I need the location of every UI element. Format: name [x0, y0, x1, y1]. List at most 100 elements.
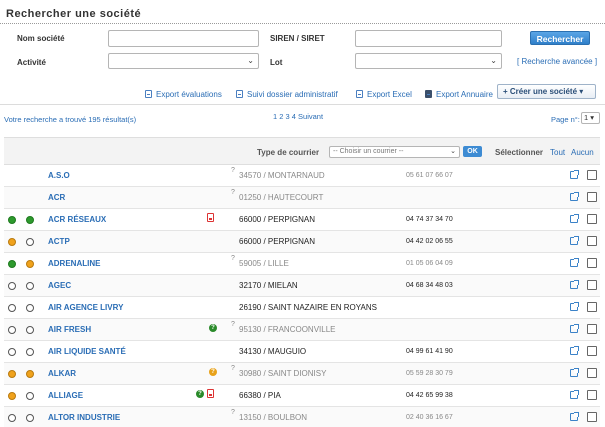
status-dot-2 [26, 304, 34, 312]
company-name-link[interactable]: ACR [48, 193, 65, 202]
lot-label: Lot [270, 58, 283, 67]
question-mark-icon: ? [231, 365, 235, 372]
external-link-icon[interactable] [570, 412, 579, 421]
external-link-icon[interactable] [570, 280, 579, 289]
company-name-input[interactable] [108, 30, 259, 47]
lot-select[interactable]: ⌄ [355, 53, 502, 69]
row-checkbox[interactable] [587, 368, 597, 378]
row-checkbox[interactable] [587, 192, 597, 202]
company-name-link[interactable]: ADRENALINE [48, 259, 100, 268]
export-annuaire-link[interactable]: Export Annuaire [425, 90, 493, 99]
suivi-dossier-link[interactable]: Suivi dossier administratif [236, 90, 338, 99]
advanced-search-link[interactable]: [ Recherche avancée ] [517, 57, 597, 66]
siren-input[interactable] [355, 30, 502, 47]
help-status-icon[interactable]: ? [196, 390, 204, 398]
row-checkbox[interactable] [587, 412, 597, 422]
search-panel-header: Rechercher une société [0, 0, 605, 24]
pagination-links[interactable]: 1 2 3 4 Suivant [273, 112, 323, 121]
company-phone: 04 99 61 41 90 [406, 348, 453, 355]
table-row: ADRENALINE? 59005 / LILLE 01 05 06 04 09 [4, 253, 600, 275]
external-link-icon[interactable] [570, 368, 579, 377]
document-icon [145, 90, 152, 98]
table-row: ALTOR INDUSTRIE? 13150 / BOULBON 02 40 36 … [4, 407, 600, 427]
row-checkbox[interactable] [587, 324, 597, 334]
table-row: ACR? 01250 / HAUTECOURT [4, 187, 600, 209]
row-checkbox[interactable] [587, 258, 597, 268]
table-row: A.S.O? 34570 / MONTARNAUD 05 61 07 66 07 [4, 165, 600, 187]
help-status-icon[interactable]: ? [209, 324, 217, 332]
row-checkbox[interactable] [587, 236, 597, 246]
export-excel-link[interactable]: Export Excel [356, 90, 412, 99]
company-phone: 02 40 36 16 67 [406, 414, 453, 421]
status-dot-1 [8, 392, 16, 400]
row-checkbox[interactable] [587, 280, 597, 290]
table-row: ALLIAGE? 66380 / PIA 04 42 65 99 38 [4, 385, 600, 407]
company-name-link[interactable]: AGEC [48, 281, 71, 290]
export-evaluations-link[interactable]: Export évaluations [145, 90, 222, 99]
company-city: 26190 / SAINT NAZAIRE EN ROYANS [239, 303, 377, 312]
external-link-icon[interactable] [570, 324, 579, 333]
row-checkbox[interactable] [587, 170, 597, 180]
company-name-link[interactable]: AIR FRESH [48, 325, 91, 334]
search-button[interactable]: Rechercher [530, 31, 590, 45]
table-row: AGEC 32170 / MIELAN 04 68 34 48 03 [4, 275, 600, 297]
company-name-link[interactable]: A.S.O [48, 171, 70, 180]
row-checkbox[interactable] [587, 214, 597, 224]
activity-select[interactable]: ⌄ [108, 53, 259, 69]
company-city: 95130 / FRANCOONVILLE [239, 325, 336, 334]
company-name-link[interactable]: AIR LIQUIDE SANTÉ [48, 347, 126, 356]
external-link-icon[interactable] [570, 214, 579, 223]
external-link-icon[interactable] [570, 236, 579, 245]
company-city: 32170 / MIELAN [239, 281, 298, 290]
external-link-icon[interactable] [570, 346, 579, 355]
external-link-icon[interactable] [570, 390, 579, 399]
table-row: ALKAR?? 30980 / SAINT DIONISY 05 59 28 30 … [4, 363, 600, 385]
company-name-link[interactable]: AIR AGENCE LIVRY [48, 303, 123, 312]
select-all-link[interactable]: Tout [550, 148, 565, 157]
pdf-icon[interactable] [207, 389, 214, 398]
company-city: 66380 / PIA [239, 391, 281, 400]
page-number-select[interactable]: 1 ▾ [581, 112, 600, 124]
company-name-label: Nom société [17, 34, 65, 43]
status-dot-1 [8, 260, 16, 268]
external-link-icon[interactable] [570, 192, 579, 201]
pdf-icon[interactable] [207, 213, 214, 222]
table-header: Type de courrier -- Choisir un courrier … [4, 137, 600, 165]
row-checkbox[interactable] [587, 302, 597, 312]
table-row: ACTP 66000 / PERPIGNAN 04 42 02 06 55 [4, 231, 600, 253]
chevron-down-icon: ⌄ [450, 148, 456, 155]
company-name-link[interactable]: ALLIAGE [48, 391, 83, 400]
help-status-icon[interactable]: ? [209, 368, 217, 376]
document-icon [236, 90, 243, 98]
courrier-select[interactable]: -- Choisir un courrier -- ⌄ [329, 146, 460, 158]
company-city: 13150 / BOULBON [239, 413, 308, 422]
company-phone: 01 05 06 04 09 [406, 260, 453, 267]
status-dot-1 [8, 414, 16, 422]
company-city: 59005 / LILLE [239, 259, 289, 268]
status-dot-2 [26, 348, 34, 356]
chevron-down-icon: ⌄ [490, 56, 497, 65]
external-link-icon[interactable] [570, 258, 579, 267]
table-row: AIR FRESH?? 95130 / FRANCOONVILLE [4, 319, 600, 341]
company-name-link[interactable]: ACR RÉSEAUX [48, 215, 106, 224]
company-name-link[interactable]: ACTP [48, 237, 70, 246]
courrier-ok-button[interactable]: OK [463, 146, 482, 157]
company-city: 66000 / PERPIGNAN [239, 237, 316, 246]
select-none-link[interactable]: Aucun [571, 148, 594, 157]
activity-label: Activité [17, 58, 46, 67]
external-link-icon[interactable] [570, 302, 579, 311]
status-dot-2 [26, 370, 34, 378]
chevron-down-icon: ⌄ [247, 56, 254, 65]
company-list: A.S.O? 34570 / MONTARNAUD 05 61 07 66 07 AC… [4, 165, 600, 427]
company-name-link[interactable]: ALKAR [48, 369, 76, 378]
status-dot-2 [26, 238, 34, 246]
page-number-label: Page n°: [551, 115, 580, 124]
table-row: AIR LIQUIDE SANTÉ 34130 / MAUGUIO 04 99 61… [4, 341, 600, 363]
status-dot-1 [8, 238, 16, 246]
row-checkbox[interactable] [587, 346, 597, 356]
company-phone: 04 74 37 34 70 [406, 216, 453, 223]
company-name-link[interactable]: ALTOR INDUSTRIE [48, 413, 120, 422]
create-company-button[interactable]: + Créer une société ▾ [497, 84, 596, 99]
row-checkbox[interactable] [587, 390, 597, 400]
external-link-icon[interactable] [570, 170, 579, 179]
